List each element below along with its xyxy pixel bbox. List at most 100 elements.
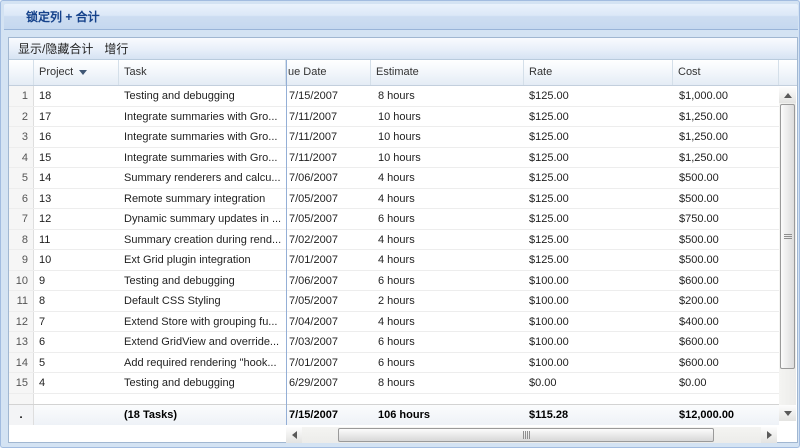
cell-num: 5 (9, 168, 34, 188)
cell-due: 6/29/2007 (289, 377, 338, 389)
arrow-right-icon (766, 431, 772, 439)
scroll-right-button[interactable] (761, 427, 777, 443)
table-row[interactable]: 5 14 Summary renderers and calcu... 7/06/20… (9, 168, 779, 189)
scroll-down-button[interactable] (779, 405, 796, 421)
add-row-button[interactable]: 增行 (100, 39, 132, 59)
header-cell-cost[interactable]: Cost (673, 60, 779, 85)
cell-estimate: 10 hours (378, 110, 421, 123)
cell-project: 11 (39, 233, 51, 246)
table-row[interactable]: 12 7 Extend Store with grouping fu... 7/04/… (9, 311, 779, 332)
cell-task: Summary renderers and calcu... (124, 172, 281, 184)
summary-numberer: . (9, 405, 34, 425)
table-row[interactable]: 11 8 Default CSS Styling 7/05/2007 2 hours $1… (9, 291, 779, 312)
cell-cost: $500.00 (679, 254, 719, 266)
table-row[interactable]: 13 6 Extend GridView and override... 7/03/2… (9, 332, 779, 353)
table-row[interactable]: 3 16 Integrate summaries with Gro... 7/11/2… (9, 127, 779, 148)
toolbar: 显示/隐藏合计 增行 (9, 38, 797, 60)
cell-estimate: 10 hours (378, 151, 421, 164)
cell-estimate: 4 hours (378, 315, 415, 328)
cell-estimate: 4 hours (378, 172, 415, 184)
cell-estimate: 6 hours (378, 213, 415, 225)
cell-project: 14 (39, 172, 52, 184)
cell-estimate: 4 hours (378, 254, 415, 266)
cell-estimate: 4 hours (378, 233, 415, 246)
cell-project: 17 (39, 110, 52, 123)
cell-rate: $125.00 (529, 213, 569, 225)
cell-num: 1 (9, 86, 34, 106)
table-row[interactable]: 8 11 Summary creation during rend... 7/02/2… (9, 229, 779, 250)
cell-task: Extend Store with grouping fu... (124, 315, 278, 328)
cell-due: 7/15/2007 (289, 90, 338, 102)
cell-num: 11 (9, 291, 34, 311)
cell-due: 7/11/2007 (289, 151, 338, 164)
cell-project: 18 (39, 90, 52, 102)
cell-due: 7/02/2007 (289, 233, 338, 246)
sort-desc-icon (79, 69, 88, 75)
table-row[interactable]: 9 10 Ext Grid plugin integration 7/01/2007 4… (9, 250, 779, 271)
scroll-left-button[interactable] (286, 427, 302, 443)
cell-task: Remote summary integration (124, 192, 266, 205)
cell-estimate: 8 hours (378, 90, 415, 102)
header-cell-due-date[interactable]: ue Date (286, 60, 371, 85)
cell-num: 2 (9, 106, 34, 126)
table-row[interactable]: 15 4 Testing and debugging 6/29/2007 8 hours… (9, 373, 779, 394)
header-cell-numberer (9, 60, 34, 85)
cell-due: 7/11/2007 (289, 110, 338, 123)
summary-task: (18 Tasks) (124, 409, 177, 421)
titlebar: 锁定列 + 合计 (4, 4, 798, 30)
cell-cost: $600.00 (679, 336, 719, 348)
table-row[interactable]: 4 15 Integrate summaries with Gro... 7/11/2… (9, 147, 779, 168)
cell-due: 7/05/2007 (289, 192, 338, 205)
cell-cost: $200.00 (679, 295, 719, 307)
cell-task: Integrate summaries with Gro... (124, 110, 278, 123)
horizontal-scroll-thumb[interactable] (338, 428, 714, 442)
table-row[interactable]: 2 17 Integrate summaries with Gro... 7/11/2… (9, 106, 779, 127)
cell-rate: $100.00 (529, 295, 569, 307)
cell-task: Testing and debugging (124, 274, 235, 287)
summary-row: . (18 Tasks) 7/15/2007 106 hours $115.28… (9, 404, 779, 425)
cell-num: 10 (9, 270, 34, 290)
scroll-up-button[interactable] (779, 87, 796, 103)
cell-estimate: 4 hours (378, 192, 415, 205)
header-cell-task[interactable]: Task (119, 60, 286, 85)
header-cell-project[interactable]: Project (34, 60, 119, 85)
cell-num: 4 (9, 147, 34, 167)
header-cell-rate[interactable]: Rate (524, 60, 673, 85)
cell-rate: $100.00 (529, 315, 569, 328)
cell-cost: $1,000.00 (679, 90, 728, 102)
table-row[interactable]: 14 5 Add required rendering "hook... 7/01/2… (9, 352, 779, 373)
table-row[interactable]: 1 18 Testing and debugging 7/15/2007 8 hours… (9, 86, 779, 107)
cell-cost: $600.00 (679, 274, 719, 287)
cell-task: Dynamic summary updates in ... (124, 213, 282, 225)
cell-num: 3 (9, 127, 34, 147)
window: 锁定列 + 合计 显示/隐藏合计 增行 Project Task ue Date… (0, 0, 800, 448)
page-title: 锁定列 + 合计 (26, 10, 100, 24)
cell-task: Add required rendering "hook... (124, 356, 277, 369)
cell-cost: $750.00 (679, 213, 719, 225)
horizontal-scrollbar[interactable] (286, 427, 777, 443)
cell-num: 12 (9, 311, 34, 331)
vertical-scroll-thumb[interactable] (780, 104, 795, 369)
cell-due: 7/05/2007 (289, 213, 338, 225)
cell-project: 10 (39, 254, 52, 266)
thumb-grip-icon (522, 431, 530, 439)
cell-task: Testing and debugging (124, 90, 235, 102)
cell-cost: $500.00 (679, 192, 719, 205)
table-row[interactable]: 7 12 Dynamic summary updates in ... 7/05/20… (9, 209, 779, 230)
header-cell-estimate[interactable]: Estimate (371, 60, 524, 85)
cell-rate: $125.00 (529, 90, 569, 102)
cell-due: 7/06/2007 (289, 172, 338, 184)
table-row[interactable]: 10 9 Testing and debugging 7/06/2007 6 hours… (9, 270, 779, 291)
cell-rate: $125.00 (529, 254, 569, 266)
cell-project: 15 (39, 151, 52, 164)
table-row[interactable]: 6 13 Remote summary integration 7/05/2007 4 … (9, 188, 779, 209)
cell-num: 13 (9, 332, 34, 352)
header-spacer (779, 60, 797, 85)
cell-task: Integrate summaries with Gro... (124, 131, 278, 143)
cell-num: 7 (9, 209, 34, 229)
cell-rate: $100.00 (529, 274, 569, 287)
summary-rate: $115.28 (529, 409, 569, 421)
toggle-summary-button[interactable]: 显示/隐藏合计 (14, 39, 97, 59)
cell-estimate: 6 hours (378, 336, 415, 348)
vertical-scrollbar[interactable] (779, 87, 796, 421)
